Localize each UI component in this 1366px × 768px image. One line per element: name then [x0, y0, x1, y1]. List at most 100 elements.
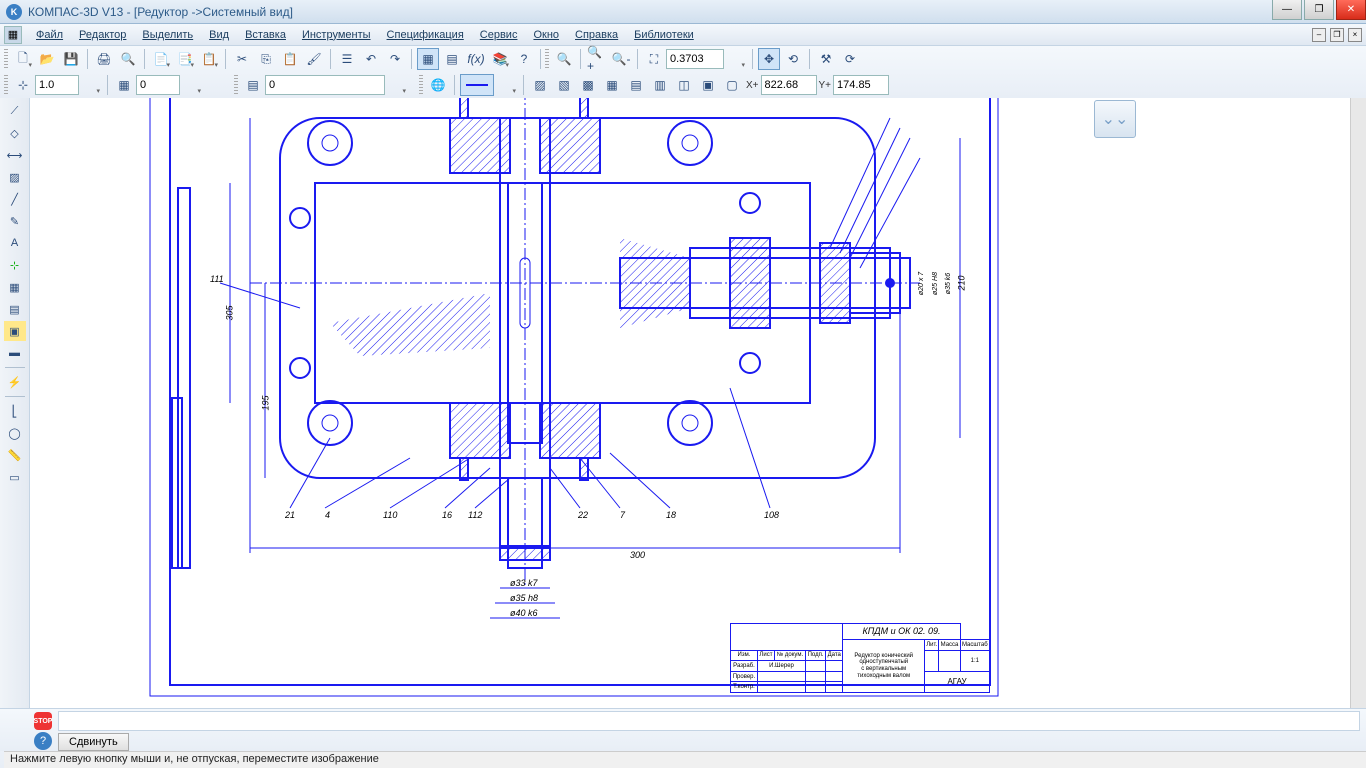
hatch4-button[interactable]: ▦ [601, 74, 623, 96]
zoom-fit-button[interactable]: ⛶ [643, 48, 665, 70]
point-tool[interactable]: ⟋ [4, 101, 26, 121]
hatch2-button[interactable]: ▧ [553, 74, 575, 96]
grip-icon[interactable] [419, 75, 423, 95]
undo-button[interactable]: ↶ [360, 48, 382, 70]
grip-icon[interactable] [545, 49, 549, 69]
hatch1-button[interactable]: ▨ [529, 74, 551, 96]
menu-service[interactable]: Сервис [472, 27, 526, 43]
layer-button[interactable]: ▤ [242, 74, 264, 96]
minimize-button[interactable]: — [1272, 0, 1302, 20]
variables-button[interactable]: f(x) [465, 48, 487, 70]
menu-spec[interactable]: Спецификация [379, 27, 472, 43]
text-tool[interactable]: A [4, 233, 26, 253]
grid-button[interactable]: ▦ [113, 74, 135, 96]
spec-button[interactable]: ▦ [417, 48, 439, 70]
linewidth-input[interactable] [35, 75, 79, 95]
zoom-dd[interactable] [725, 48, 747, 70]
grip-icon[interactable] [4, 49, 8, 69]
dim-tool[interactable]: ⟷ [4, 145, 26, 165]
zoom-out-button[interactable]: 🔍- [610, 48, 632, 70]
list-tool[interactable]: ▤ [4, 299, 26, 319]
open-button[interactable]: 📂 [36, 48, 58, 70]
print-button[interactable]: 🖨 [93, 48, 115, 70]
zoom-input[interactable] [666, 49, 724, 69]
app-menu-icon[interactable]: ▦ [4, 26, 22, 44]
rebuild-button[interactable]: ⚒ [815, 48, 837, 70]
command-button[interactable]: Сдвинуть [58, 733, 129, 751]
layer-input[interactable] [265, 75, 385, 95]
menu-select[interactable]: Выделить [134, 27, 201, 43]
menu-view[interactable]: Вид [201, 27, 237, 43]
hatch3-button[interactable]: ▩ [577, 74, 599, 96]
hatch8-button[interactable]: ▣ [697, 74, 719, 96]
stop-button[interactable]: STOP [34, 712, 52, 730]
zoom-in-button[interactable]: 🔍+ [586, 48, 608, 70]
spark-tool[interactable]: ⚡ [4, 372, 26, 392]
bracket-tool[interactable]: ⎣ [4, 401, 26, 421]
save-button[interactable]: 💾 [60, 48, 82, 70]
hatch-tool[interactable]: ▨ [4, 167, 26, 187]
help-button[interactable]: ? [513, 48, 535, 70]
table-tool[interactable]: ▦ [4, 277, 26, 297]
menu-insert[interactable]: Вставка [237, 27, 294, 43]
properties-button[interactable]: ☰ [336, 48, 358, 70]
menu-editor[interactable]: Редактор [71, 27, 134, 43]
drawing-canvas[interactable]: 111 21 4 110 16 112 22 7 18 108 305 195 … [30, 98, 1366, 708]
zoom-window-button[interactable]: 🔍 [553, 48, 575, 70]
box-tool[interactable]: ▭ [4, 467, 26, 487]
mdi-restore-button[interactable]: ❐ [1330, 28, 1344, 42]
hatch6-button[interactable]: ▥ [649, 74, 671, 96]
step-input[interactable] [136, 75, 180, 95]
new-button[interactable]: 🗋 [12, 48, 34, 70]
linetype-button[interactable] [460, 74, 494, 96]
copy-button[interactable]: ⎘ [255, 48, 277, 70]
hatch9-button[interactable]: ▢ [721, 74, 743, 96]
menu-file[interactable]: Файл [28, 27, 71, 43]
cut-button[interactable]: ✂ [231, 48, 253, 70]
brush-tool[interactable]: ✎ [4, 211, 26, 231]
linewidth-dd[interactable] [80, 74, 102, 96]
mdi-close-button[interactable]: × [1348, 28, 1362, 42]
brush-button[interactable]: 🖌 [303, 48, 325, 70]
preview-button[interactable]: 🔍 [117, 48, 139, 70]
grip-icon[interactable] [234, 75, 238, 95]
menu-help[interactable]: Справка [567, 27, 626, 43]
command-input[interactable] [58, 711, 1360, 731]
mdi-minimize-button[interactable]: – [1312, 28, 1326, 42]
globe-button[interactable]: 🌐 [427, 74, 449, 96]
step-dd[interactable] [181, 74, 203, 96]
x-input[interactable] [761, 75, 817, 95]
circle-tool[interactable]: ◯ [4, 423, 26, 443]
layers-button[interactable]: ▤ [441, 48, 463, 70]
redo-button[interactable]: ↷ [384, 48, 406, 70]
layer-dd[interactable] [386, 74, 408, 96]
paste-button[interactable]: 📋 [279, 48, 301, 70]
doc1-button[interactable]: 📄 [150, 48, 172, 70]
line-tool[interactable]: ◇ [4, 123, 26, 143]
menu-libs[interactable]: Библиотеки [626, 27, 702, 43]
help-icon[interactable]: ? [34, 732, 52, 750]
menu-tools[interactable]: Инструменты [294, 27, 379, 43]
grip-icon[interactable] [4, 75, 8, 95]
hatch5-button[interactable]: ▤ [625, 74, 647, 96]
view-tool[interactable]: ▣ [4, 321, 26, 341]
axis-tool[interactable]: ⊹ [4, 255, 26, 275]
y-input[interactable] [833, 75, 889, 95]
linetype-dd[interactable] [496, 74, 518, 96]
lib-button[interactable]: 📚 [489, 48, 511, 70]
close-button[interactable]: ✕ [1336, 0, 1366, 20]
hatch7-button[interactable]: ◫ [673, 74, 695, 96]
arc-tool[interactable]: ╱ [4, 189, 26, 209]
assoc-tool[interactable]: ▬ [4, 343, 26, 363]
pan-button[interactable]: ✥ [758, 48, 780, 70]
doc3-button[interactable]: 📋 [198, 48, 220, 70]
rotate-button[interactable]: ⟲ [782, 48, 804, 70]
refresh-button[interactable]: ⟳ [839, 48, 861, 70]
maximize-button[interactable]: ❐ [1304, 0, 1334, 20]
scrollbar-vertical[interactable] [1350, 98, 1366, 708]
snap-button[interactable]: ⊹ [12, 74, 34, 96]
panel-toggle[interactable]: ⌄⌄ [1094, 100, 1136, 138]
ruler-tool[interactable]: 📏 [4, 445, 26, 465]
doc2-button[interactable]: 📑 [174, 48, 196, 70]
menu-window[interactable]: Окно [525, 27, 567, 43]
